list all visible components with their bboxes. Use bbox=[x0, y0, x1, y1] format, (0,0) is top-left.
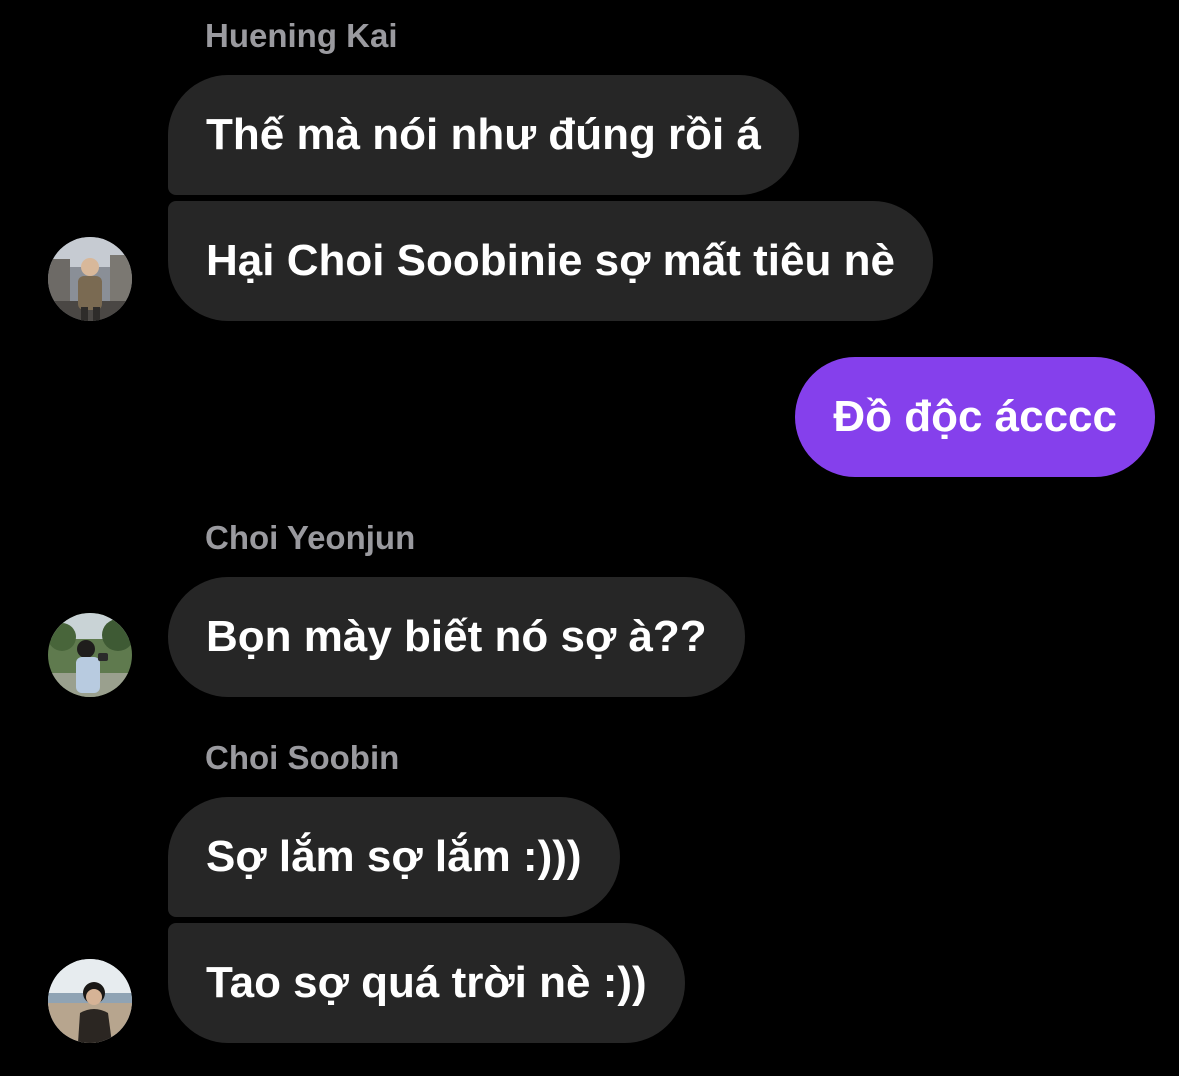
message-bubble[interactable]: Tao sợ quá trời nè :)) bbox=[168, 923, 685, 1043]
message-text: Thế mà nói như đúng rồi á bbox=[206, 110, 761, 159]
avatar-choi-yeonjun[interactable] bbox=[48, 613, 132, 697]
sender-name-choi-yeonjun: Choi Yeonjun bbox=[205, 519, 416, 556]
sender-name-choi-soobin: Choi Soobin bbox=[205, 739, 400, 776]
outgoing-message-bubble[interactable]: Đồ độc ácccc bbox=[795, 357, 1155, 477]
profile-photo-icon bbox=[48, 237, 132, 321]
message-bubble[interactable]: Hại Choi Soobinie sợ mất tiêu nè bbox=[168, 201, 933, 321]
avatar-choi-soobin[interactable] bbox=[48, 959, 132, 1043]
avatar-huening-kai[interactable] bbox=[48, 237, 132, 321]
message-text: Đồ độc ácccc bbox=[833, 392, 1117, 441]
message-text: Bọn mày biết nó sợ à?? bbox=[206, 612, 707, 661]
message-text: Hại Choi Soobinie sợ mất tiêu nè bbox=[206, 236, 895, 285]
message-bubble[interactable]: Bọn mày biết nó sợ à?? bbox=[168, 577, 745, 697]
message-text: Tao sợ quá trời nè :)) bbox=[206, 958, 647, 1007]
message-bubble[interactable]: Sợ lắm sợ lắm :))) bbox=[168, 797, 620, 917]
message-bubble[interactable]: Thế mà nói như đúng rồi á bbox=[168, 75, 799, 195]
message-text: Sợ lắm sợ lắm :))) bbox=[206, 832, 582, 881]
profile-photo-icon bbox=[48, 959, 132, 1043]
sender-name-huening-kai: Huening Kai bbox=[205, 17, 398, 54]
chat-thread: Huening Kai Thế mà nói như đúng rồi á Hạ… bbox=[0, 0, 1179, 1076]
profile-photo-icon bbox=[48, 613, 132, 697]
